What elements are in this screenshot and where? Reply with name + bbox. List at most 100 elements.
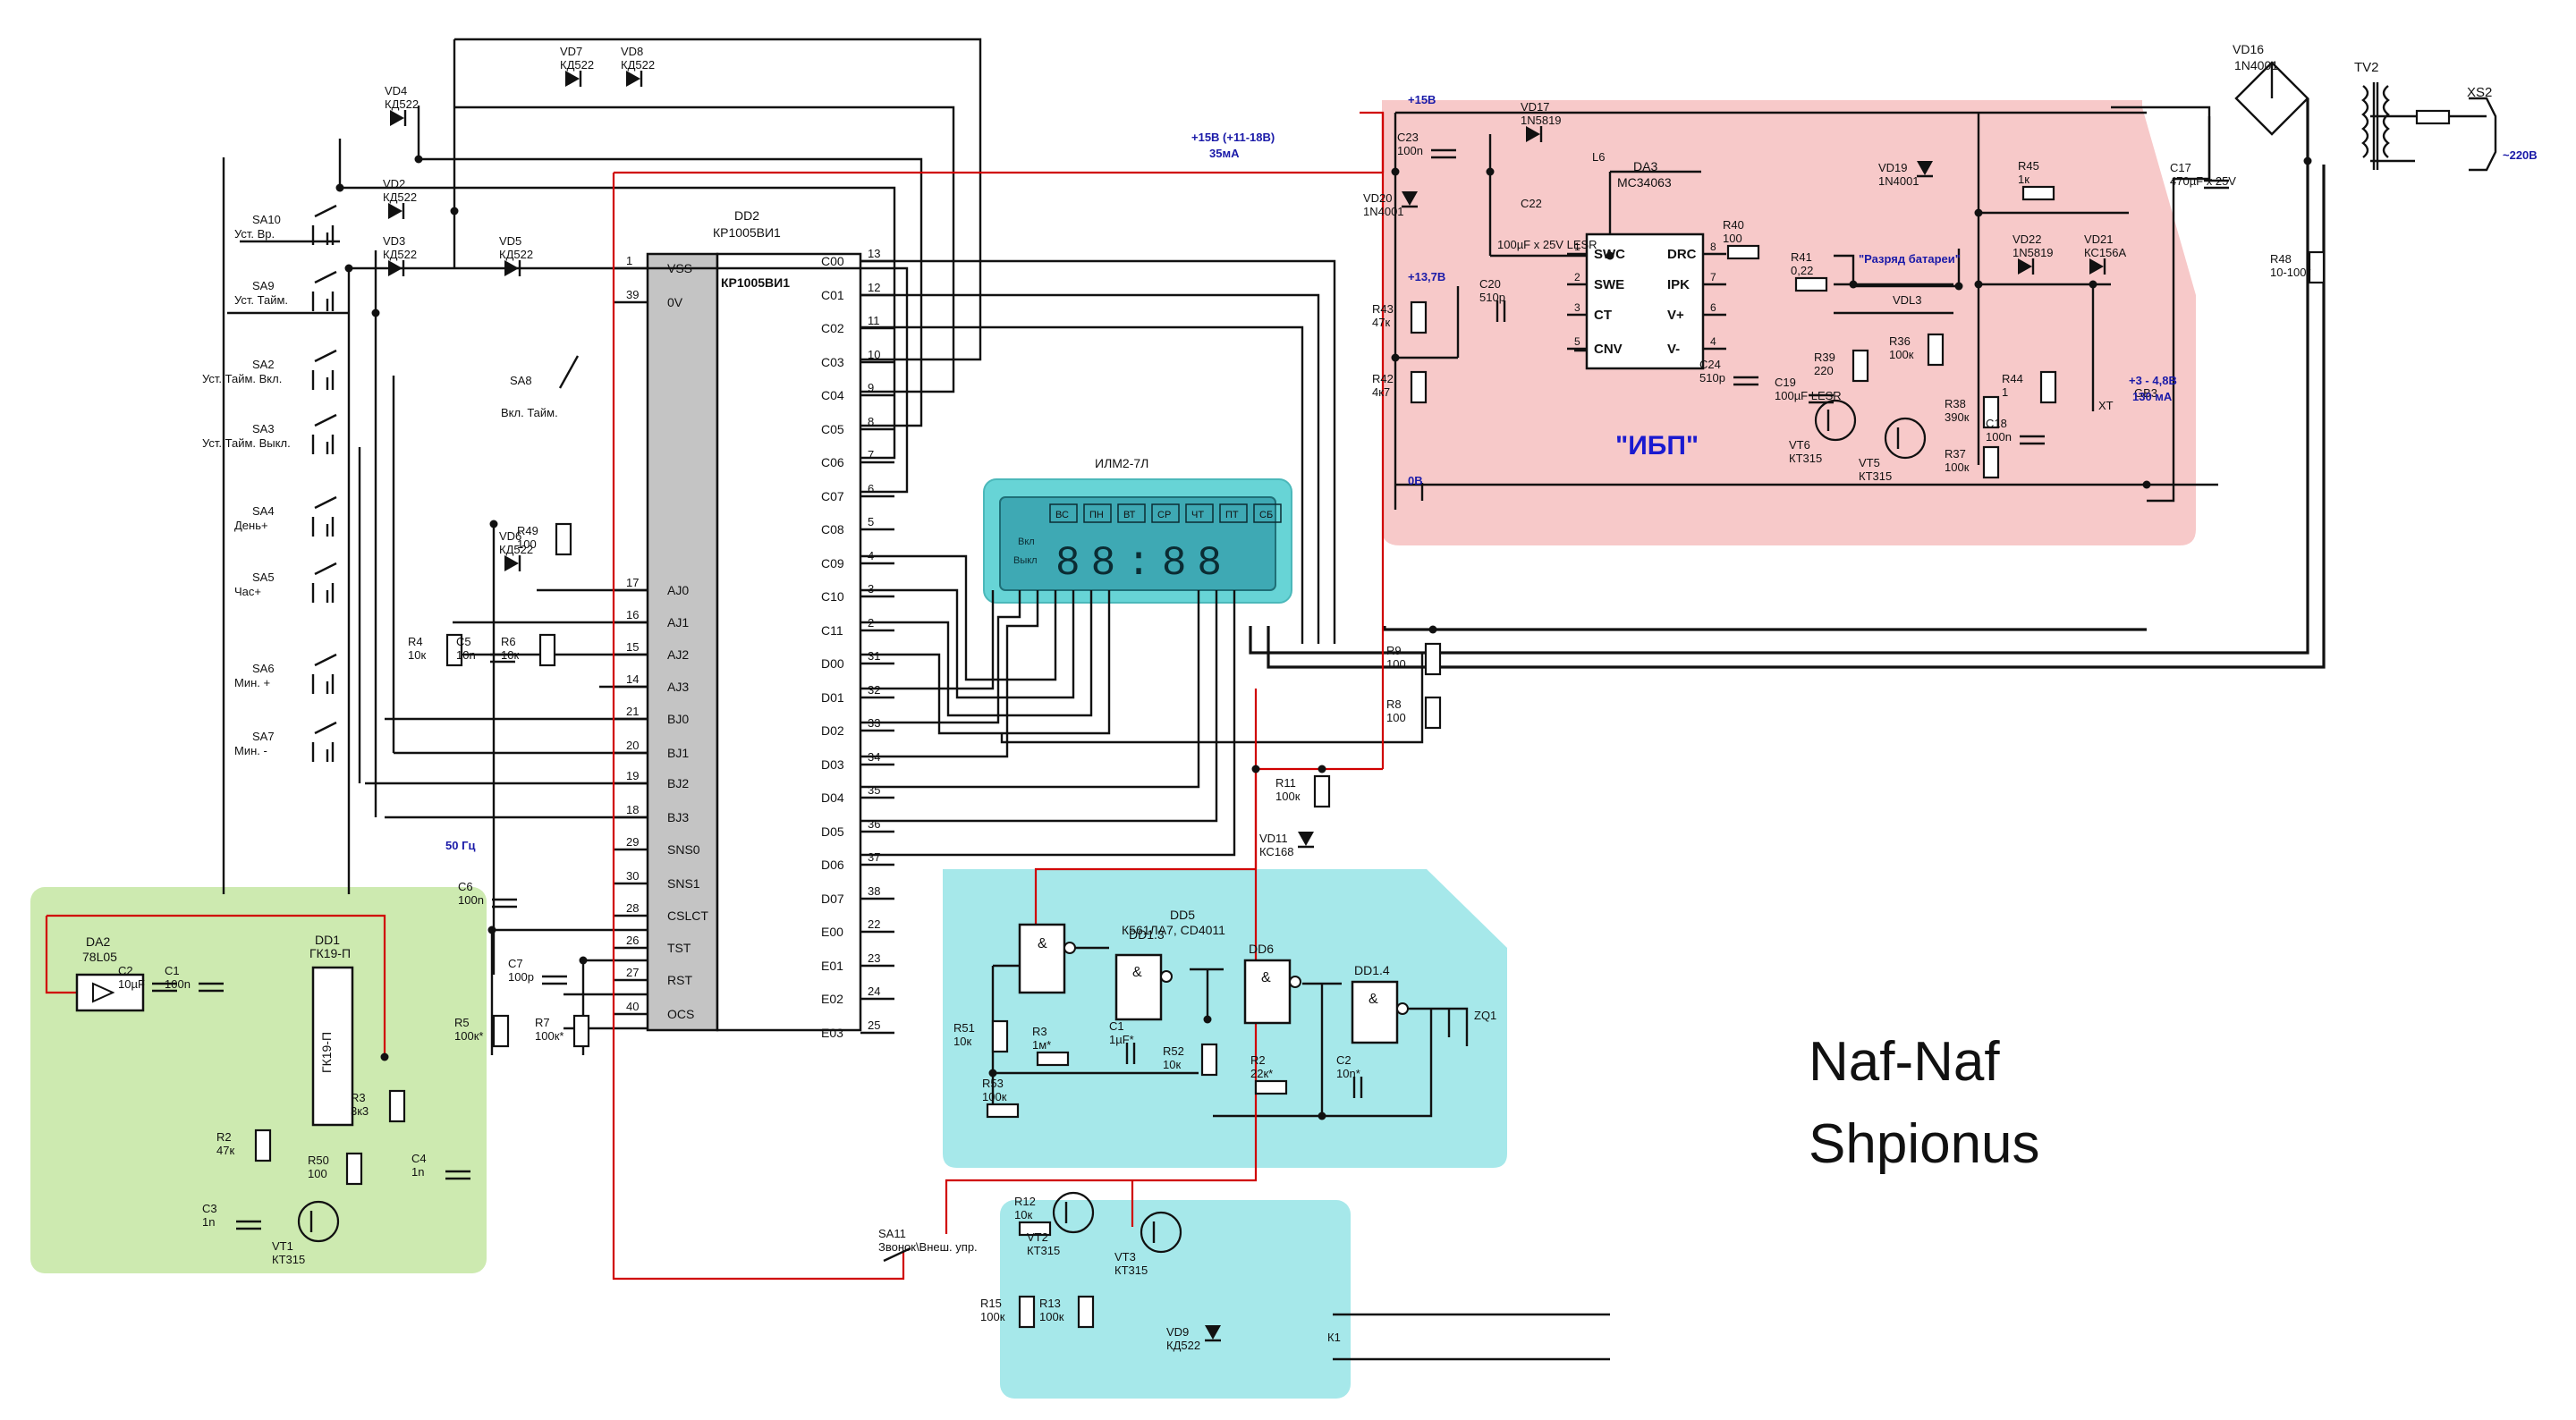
dd2-pin-number: 5 xyxy=(868,515,874,528)
vd20-value: 1N4001 xyxy=(1363,205,1404,218)
rail-137-label: +13,7В xyxy=(1408,270,1445,283)
display-side-on: Вкл xyxy=(1018,537,1035,547)
ups-label: "ИБП" xyxy=(1615,431,1699,461)
dd2-pin-name: C08 xyxy=(821,522,844,537)
da3-ref: DA3 xyxy=(1633,159,1657,173)
r2b-ref: R2 xyxy=(1250,1053,1266,1067)
dd2-pin-name: C01 xyxy=(821,288,844,302)
r13-ref: R13 xyxy=(1039,1297,1061,1310)
dd2-pin-number: 28 xyxy=(626,901,639,915)
c17-component: C17470µF x 25V xyxy=(2170,161,2236,190)
svg-text:&: & xyxy=(1038,936,1047,951)
dd2-pin-name: OCS xyxy=(667,1007,694,1021)
r6-ref: R6 xyxy=(501,635,516,648)
sa11-value: Звонок\Внеш. упр. xyxy=(878,1240,978,1254)
r44-ref: R44 xyxy=(2002,372,2023,385)
dd2-pin-number: 38 xyxy=(868,884,880,898)
supply-note-2: 35мА xyxy=(1209,147,1240,160)
vt1-ref: VT1 xyxy=(272,1239,293,1253)
r49-component: R49100 xyxy=(517,522,572,556)
vd9-value: КД522 xyxy=(1166,1339,1200,1352)
battery-range-1: +3 - 4,8В xyxy=(2129,374,2177,387)
switch-sa8[interactable]: SA8 Вкл. Тайм. xyxy=(501,355,580,419)
vd22-ref: VD22 xyxy=(2012,232,2042,246)
vd17-ref: VD17 xyxy=(1521,100,1550,114)
switch-ref: SA7 xyxy=(252,730,275,743)
r48-ref: R48 xyxy=(2270,252,2292,266)
vt1-value: КТ315 xyxy=(272,1253,305,1266)
dd2-pin-number: 19 xyxy=(626,769,639,782)
dd6-ref: DD6 xyxy=(1249,942,1274,956)
vd5-value: КД522 xyxy=(499,248,533,261)
dd2-pin-name: BJ3 xyxy=(667,810,689,824)
r2-ref: R2 xyxy=(216,1130,232,1144)
switch-ref: SA3 xyxy=(252,422,275,435)
dd2-pin-name: E03 xyxy=(821,1026,843,1040)
dd2-pin-name: BJ0 xyxy=(667,712,689,726)
vd19-value: 1N4001 xyxy=(1878,174,1919,188)
c2-value: 10µF xyxy=(118,977,145,991)
dd2-pin-name: TST xyxy=(667,941,691,955)
r50-ref: R50 xyxy=(308,1154,329,1167)
dd2-pin-name: BJ2 xyxy=(667,776,689,790)
vd11-component: VD11КС168 xyxy=(1259,832,1314,858)
da2-ref: DA2 xyxy=(86,934,110,949)
vd8-value: КД522 xyxy=(621,58,655,72)
r11-ref: R11 xyxy=(1275,776,1296,790)
switch-sa2[interactable]: SA2Уст. Тайм. Вкл. xyxy=(202,349,337,390)
r7-component: R7100к* xyxy=(535,1014,590,1048)
r45-ref: R45 xyxy=(2018,159,2039,173)
dd2-pin-number: 15 xyxy=(626,640,639,654)
dd2-pin-number: 6 xyxy=(868,482,874,495)
vt5-ref: VT5 xyxy=(1859,456,1880,469)
r45-value: 1к xyxy=(2018,173,2029,186)
dd2-pin-name: E02 xyxy=(821,992,843,1006)
vd16-part: 1N4001 xyxy=(2234,58,2278,72)
switch-sa6[interactable]: SA6Мин. + xyxy=(234,653,337,694)
r52-ref: R52 xyxy=(1163,1044,1184,1058)
dd2-pin-name: D05 xyxy=(821,824,844,839)
dd2-pin-name: AJ2 xyxy=(667,647,689,662)
dd2-pin-name: E01 xyxy=(821,959,843,973)
switch-sa4[interactable]: SA4День+ xyxy=(234,495,337,537)
c22ref-component: C22 xyxy=(1521,197,1542,210)
dd2-pin-name: C07 xyxy=(821,489,844,503)
switch-sa3[interactable]: SA3Уст. Тайм. Выкл. xyxy=(202,413,337,454)
switch-sa7[interactable]: SA7Мин. - xyxy=(234,721,337,762)
switch-sa10[interactable]: SA10Уст. Вр. xyxy=(234,204,337,245)
r12-ref: R12 xyxy=(1014,1195,1036,1208)
switch-sa5[interactable]: SA5Час+ xyxy=(234,562,337,603)
svg-text:&: & xyxy=(1368,992,1378,1007)
c5-ref: C5 xyxy=(456,635,471,648)
switch-ref: SA2 xyxy=(252,358,275,371)
dd2-pin-name: D03 xyxy=(821,757,844,772)
switch-sa9[interactable]: SA9Уст. Тайм. xyxy=(234,270,337,311)
da3-pin-number: 2 xyxy=(1574,271,1580,283)
r15-value: 100к xyxy=(980,1310,1005,1323)
da3-pin-number: 4 xyxy=(1710,335,1716,348)
da2-part: 78L05 xyxy=(82,950,117,964)
da3-pin-number: 6 xyxy=(1710,301,1716,314)
dd2-chip: DD2 КР1005ВИ1 КР1005ВИ1 VSS10V39AJ017AJ1… xyxy=(614,208,894,1040)
dd2-pin-number: 26 xyxy=(626,934,639,947)
vd3-component: VD3КД522 xyxy=(383,234,417,276)
vd7-ref: VD7 xyxy=(560,45,582,58)
zq1-label: ZQ1 xyxy=(1474,1009,1496,1022)
vd11-ref: VD11 xyxy=(1259,832,1288,845)
r9-component: R9100 xyxy=(1386,642,1442,676)
dd2-pin-number: 29 xyxy=(626,835,639,849)
c18-ref: C18 xyxy=(1986,417,2007,430)
dd2-pin-name: C02 xyxy=(821,321,844,335)
tv2-ref: TV2 xyxy=(2354,60,2379,75)
dd2-pin-number: 14 xyxy=(626,672,639,686)
c22-label: 100µF x 25V LESR xyxy=(1497,238,1597,251)
c20-ref: C20 xyxy=(1479,277,1501,291)
dd2-pin-number: 36 xyxy=(868,817,880,831)
vd8-ref: VD8 xyxy=(621,45,643,58)
c6-ref: C6 xyxy=(458,880,473,893)
bridge-vd16: VD16 1N4001 xyxy=(2233,42,2309,136)
dd2-pin-number: 39 xyxy=(626,288,639,301)
dd2-pin-number: 22 xyxy=(868,917,880,931)
r3b-ref: R3 xyxy=(1032,1025,1047,1038)
display-side-off: Выкл xyxy=(1013,555,1038,566)
